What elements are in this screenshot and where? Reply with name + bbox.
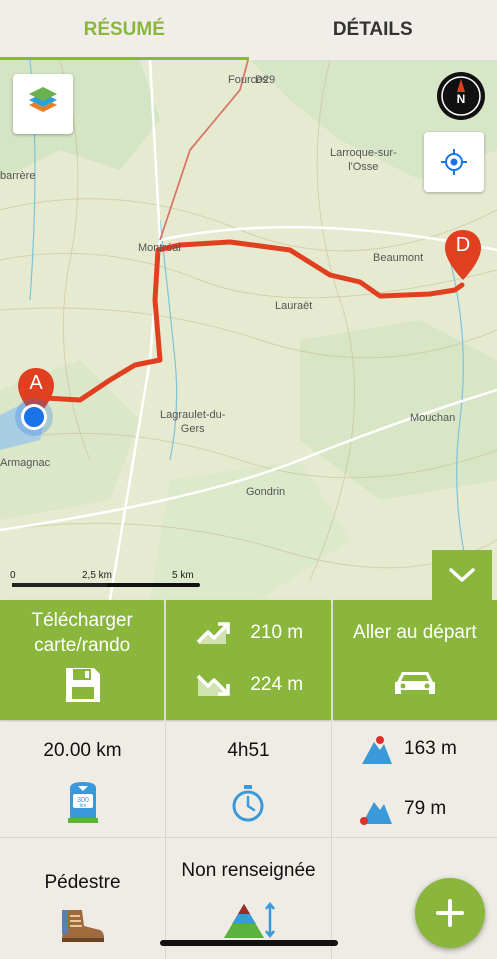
tab-summary[interactable]: RÉSUMÉ — [0, 0, 249, 60]
altitude-max-icon — [362, 736, 392, 764]
compass-button[interactable]: N — [437, 72, 485, 120]
altitude-min-value: 79 m — [404, 798, 447, 819]
scale-bar — [12, 583, 200, 587]
ascent-icon — [197, 622, 231, 644]
ascent-value: 210 m — [250, 622, 304, 643]
compass-icon: N — [441, 76, 481, 116]
descent-value: 224 m — [250, 674, 304, 695]
place-gondrin: Gondrin — [246, 486, 286, 498]
end-marker-label: D — [455, 234, 471, 256]
place-lauraet: Lauraët — [275, 300, 313, 312]
locate-button[interactable] — [424, 132, 484, 192]
difficulty-icon — [224, 901, 275, 939]
elevation-gain-panel: 210 m 224 m — [166, 600, 331, 720]
map-scale: 0 2,5 km 5 km — [10, 570, 200, 600]
place-montreal: Montréal — [138, 242, 181, 254]
locate-icon — [441, 149, 467, 175]
scale-mid: 2,5 km — [82, 570, 113, 581]
add-button[interactable] — [415, 878, 485, 948]
place-lagraulet: Lagraulet-du- Gers — [160, 409, 226, 435]
start-marker-label: A — [29, 372, 43, 394]
road-number: D29 — [255, 74, 276, 86]
tab-bar: RÉSUMÉ DÉTAILS — [0, 0, 497, 60]
distance-value: 20.00 km — [43, 740, 122, 761]
map-background — [0, 60, 497, 600]
place-armagnac: Armagnac — [0, 457, 51, 469]
save-icon — [66, 668, 100, 702]
download-label: Télécharger carte/rando — [31, 610, 133, 656]
distance-marker-icon: 300 km — [68, 782, 98, 823]
download-button[interactable]: Télécharger carte/rando — [0, 600, 165, 720]
place-beaumont: Beaumont — [373, 252, 424, 264]
plus-icon — [436, 899, 464, 927]
place-barbarre: barrère — [0, 170, 36, 182]
home-indicator — [160, 940, 338, 946]
current-location-dot — [21, 404, 47, 430]
chevron-down-icon — [449, 568, 475, 582]
action-panel: Télécharger carte/rando 210 m 224 m Alle… — [0, 600, 497, 720]
layers-button[interactable] — [13, 74, 73, 134]
difficulty-value: Non renseignée — [181, 860, 316, 881]
duration-value: 4h51 — [227, 740, 270, 761]
layers-icon — [29, 87, 57, 112]
go-to-start-button[interactable]: Aller au départ — [332, 600, 497, 720]
mode-cell: Pédestre — [0, 838, 166, 959]
collapse-map-button[interactable] — [432, 550, 492, 600]
place-larroque: Larroque-sur- l'Osse — [330, 147, 397, 173]
altitude-max-value: 163 m — [404, 738, 457, 759]
scale-end: 5 km — [172, 570, 194, 581]
car-icon — [394, 672, 435, 694]
end-marker[interactable]: D — [443, 228, 483, 282]
hiking-boot-icon — [62, 910, 104, 942]
distance-cell: 20.00 km 300 km — [0, 722, 166, 838]
scale-zero: 0 — [10, 570, 16, 581]
tab-details[interactable]: DÉTAILS — [249, 0, 497, 60]
altitude-min-icon — [360, 802, 392, 825]
stopwatch-icon — [232, 785, 264, 822]
place-mouchan: Mouchan — [410, 412, 456, 424]
go-to-start-label: Aller au départ — [353, 622, 477, 643]
duration-cell: 4h51 — [166, 722, 332, 838]
route-map[interactable]: Fources D29 Larroque-sur- l'Osse barrère… — [0, 60, 497, 600]
mode-value: Pédestre — [44, 872, 121, 893]
descent-icon — [197, 674, 231, 696]
svg-text:N: N — [457, 92, 466, 106]
svg-text:km: km — [80, 803, 87, 809]
altitude-cell: 163 m 79 m — [332, 722, 497, 838]
